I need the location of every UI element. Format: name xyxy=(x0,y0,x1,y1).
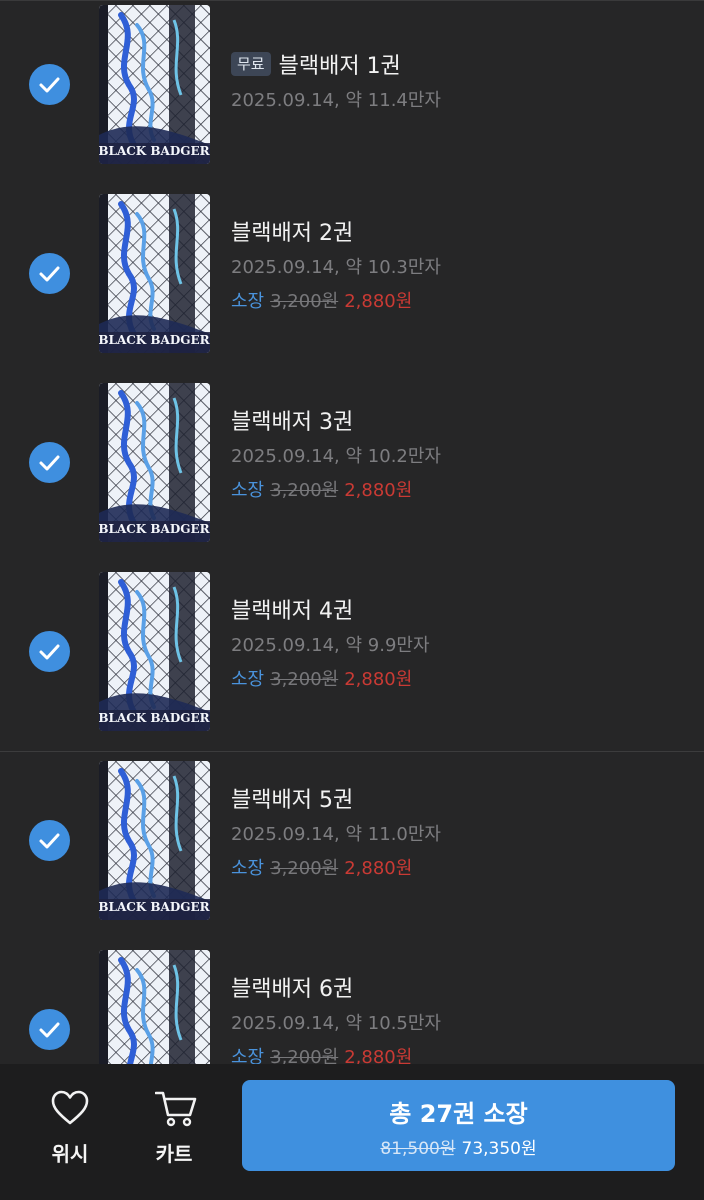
buy-original-total: 81,500원 xyxy=(380,1139,456,1159)
own-label: 소장 xyxy=(231,480,265,501)
volume-title-text: 블랙배저 4권 xyxy=(231,599,354,624)
buy-sale-total: 73,350원 xyxy=(461,1139,537,1159)
cover-title-text: BLACK BADGER xyxy=(99,333,210,347)
cart-label: 카트 xyxy=(155,1142,193,1166)
original-price: 3,200원 xyxy=(270,291,339,312)
select-checkbox[interactable] xyxy=(29,820,70,861)
volume-list[interactable]: BLACK BADGER 무료 블랙배저 1권 2025.09.14, 약 11.4만… xyxy=(0,0,704,1064)
volume-title-text: 블랙배저 5권 xyxy=(231,788,354,813)
sale-price: 2,880원 xyxy=(344,291,413,312)
select-checkbox[interactable] xyxy=(29,64,70,105)
volume-row[interactable]: BLACK BADGER 블랙배저 2권 2025.09.14, 약 10.3만자소… xyxy=(0,184,704,373)
original-price: 3,200원 xyxy=(270,669,339,690)
cover-title-text: BLACK BADGER xyxy=(99,711,210,725)
sale-price: 2,880원 xyxy=(344,858,413,879)
original-price: 3,200원 xyxy=(270,858,339,879)
own-label: 소장 xyxy=(231,1047,265,1064)
cover-artwork: BLACK BADGER xyxy=(99,572,210,731)
volume-meta: 2025.09.14, 약 10.5만자 xyxy=(231,1013,441,1034)
volume-title-text: 블랙배저 2권 xyxy=(231,221,354,246)
wishlist-button[interactable]: 위시 xyxy=(30,1086,110,1166)
own-label: 소장 xyxy=(231,669,265,690)
cover-artwork: BLACK BADGER xyxy=(99,5,210,164)
app-root: BLACK BADGER 무료 블랙배저 1권 2025.09.14, 약 11.4만… xyxy=(0,0,704,1200)
volume-meta: 2025.09.14, 약 11.0만자 xyxy=(231,824,441,845)
volume-title-text: 블랙배저 3권 xyxy=(231,410,354,435)
book-cover[interactable]: BLACK BADGER xyxy=(99,194,210,353)
own-label: 소장 xyxy=(231,291,265,312)
select-checkbox[interactable] xyxy=(29,1009,70,1050)
original-price: 3,200원 xyxy=(270,1047,339,1064)
book-cover[interactable]: BLACK BADGER xyxy=(99,761,210,920)
select-checkbox[interactable] xyxy=(29,253,70,294)
book-cover[interactable]: BLACK BADGER xyxy=(99,5,210,164)
cover-artwork: BLACK BADGER xyxy=(99,194,210,353)
sale-price: 2,880원 xyxy=(344,669,413,690)
wishlist-label: 위시 xyxy=(51,1142,89,1166)
checkmark-icon xyxy=(39,644,60,660)
volume-row[interactable]: BLACK BADGER 블랙배저 6권 2025.09.14, 약 10.5만자소… xyxy=(0,940,704,1064)
cover-artwork: BLACK BADGER xyxy=(99,950,210,1064)
checkmark-icon xyxy=(39,833,60,849)
cover-title-text: BLACK BADGER xyxy=(99,900,210,914)
heart-icon xyxy=(51,1090,89,1125)
cart-button[interactable]: 카트 xyxy=(134,1086,214,1166)
volume-price: 소장 3,200원 2,880원 xyxy=(231,476,412,502)
volume-title[interactable]: 블랙배저 4권 xyxy=(231,593,353,625)
volume-meta: 2025.09.14, 약 10.2만자 xyxy=(231,446,441,467)
volume-meta: 2025.09.14, 약 9.9만자 xyxy=(231,635,430,656)
sale-price: 2,880원 xyxy=(344,1047,413,1064)
buy-all-price: 81,500원 73,350원 xyxy=(242,1134,675,1159)
volume-title[interactable]: 블랙배저 2권 xyxy=(231,215,353,247)
volume-row[interactable]: BLACK BADGER 블랙배저 3권 2025.09.14, 약 10.2만자소… xyxy=(0,373,704,562)
select-checkbox[interactable] xyxy=(29,631,70,672)
bottom-action-bar: 위시 카트 총 27권 소장 81,500원 73,350원 xyxy=(0,1064,704,1200)
volume-title[interactable]: 블랙배저 5권 xyxy=(231,782,353,814)
cover-title-text: BLACK BADGER xyxy=(99,522,210,536)
own-label: 소장 xyxy=(231,858,265,879)
volume-meta: 2025.09.14, 약 11.4만자 xyxy=(231,90,441,111)
select-checkbox[interactable] xyxy=(29,442,70,483)
volume-title-text: 블랙배저 1권 xyxy=(278,54,401,79)
cover-artwork: BLACK BADGER xyxy=(99,761,210,920)
volume-price: 소장 3,200원 2,880원 xyxy=(231,665,412,691)
book-cover[interactable]: BLACK BADGER xyxy=(99,572,210,731)
checkmark-icon xyxy=(39,77,60,93)
checkmark-icon xyxy=(39,266,60,282)
volume-meta: 2025.09.14, 약 10.3만자 xyxy=(231,257,441,278)
volume-title[interactable]: 무료 블랙배저 1권 xyxy=(231,48,401,80)
volume-row[interactable]: BLACK BADGER 블랙배저 4권 2025.09.14, 약 9.9만자소장… xyxy=(0,562,704,751)
volume-row[interactable]: BLACK BADGER 블랙배저 5권 2025.09.14, 약 11.0만자소… xyxy=(0,751,704,940)
volume-price: 소장 3,200원 2,880원 xyxy=(231,854,412,880)
book-cover[interactable]: BLACK BADGER xyxy=(99,383,210,542)
volume-title[interactable]: 블랙배저 3권 xyxy=(231,404,353,436)
volume-price: 소장 3,200원 2,880원 xyxy=(231,287,412,313)
checkmark-icon xyxy=(39,1022,60,1038)
cover-title-text: BLACK BADGER xyxy=(99,144,210,158)
buy-all-label: 총 27권 소장 xyxy=(389,1100,528,1128)
volume-title[interactable]: 블랙배저 6권 xyxy=(231,971,353,1003)
sale-price: 2,880원 xyxy=(344,480,413,501)
free-badge: 무료 xyxy=(231,52,271,76)
volume-price: 소장 3,200원 2,880원 xyxy=(231,1043,412,1064)
cover-artwork: BLACK BADGER xyxy=(99,383,210,542)
original-price: 3,200원 xyxy=(270,480,339,501)
buy-all-button[interactable]: 총 27권 소장 81,500원 73,350원 xyxy=(242,1080,675,1171)
book-cover[interactable]: BLACK BADGER xyxy=(99,950,210,1064)
volume-title-text: 블랙배저 6권 xyxy=(231,977,354,1002)
checkmark-icon xyxy=(39,455,60,471)
volume-row[interactable]: BLACK BADGER 무료 블랙배저 1권 2025.09.14, 약 11.4만… xyxy=(0,0,704,184)
cart-icon xyxy=(155,1091,197,1127)
